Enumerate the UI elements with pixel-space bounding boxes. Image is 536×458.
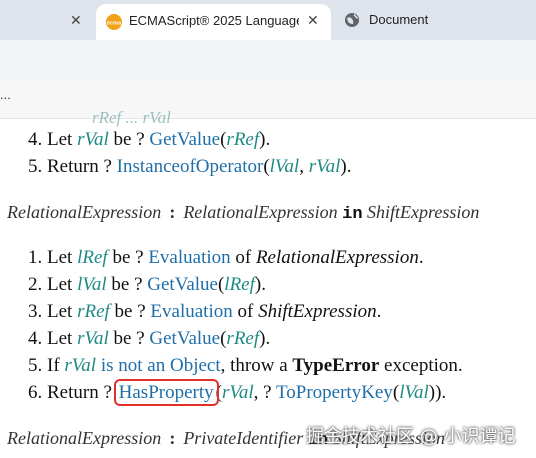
variable[interactable]: lVal bbox=[77, 274, 107, 295]
abstract-op-link[interactable]: Evaluation bbox=[148, 247, 230, 268]
variable[interactable]: rVal bbox=[77, 328, 109, 349]
clipped-line: rRef ... rVal bbox=[92, 108, 171, 127]
algorithm-step: 3. Let rRef be ? Evaluation of ShiftExpr… bbox=[28, 301, 382, 322]
abstract-op-link[interactable]: InstanceofOperator bbox=[117, 156, 264, 177]
close-icon[interactable]: ✕ bbox=[70, 12, 82, 29]
algorithm-step: 5. Return ? InstanceofOperator(lVal, rVa… bbox=[28, 156, 352, 177]
algorithm-step: 2. Let lVal be ? GetValue(lRef). bbox=[28, 274, 266, 295]
algorithm-step: 4. Let rVal be ? GetValue(rRef). bbox=[28, 328, 271, 349]
abstract-op-link[interactable]: Evaluation bbox=[150, 301, 232, 322]
variable[interactable]: rVal bbox=[77, 129, 109, 150]
tab-previous[interactable]: ✕ bbox=[0, 0, 96, 40]
abstract-op-link[interactable]: GetValue bbox=[147, 274, 218, 295]
variable[interactable]: lVal bbox=[399, 382, 429, 403]
algorithm-step: 4. Let rVal be ? GetValue(rRef). bbox=[28, 129, 271, 150]
variable[interactable]: rRef bbox=[226, 328, 259, 349]
algorithm-step: 5. If rVal is not an Object, throw a Typ… bbox=[28, 355, 463, 376]
abstract-op-link[interactable]: ToPropertyKey bbox=[276, 382, 393, 403]
svg-text:ecma: ecma bbox=[107, 21, 122, 27]
ecma-favicon-icon: ecma bbox=[106, 14, 122, 30]
abstract-op-link[interactable]: GetValue bbox=[149, 328, 220, 349]
close-icon[interactable]: ✕ bbox=[307, 12, 319, 29]
variable[interactable]: rVal bbox=[309, 156, 341, 177]
tab-title: ECMAScript® 2025 Language Specification bbox=[129, 13, 299, 28]
watermark: 掘金技术社区 @ 小识谭记 bbox=[306, 426, 516, 447]
bookmarks-bar bbox=[0, 80, 536, 119]
hasproperty-link[interactable]: HasProperty bbox=[113, 379, 219, 406]
term-link[interactable]: is not an Object bbox=[96, 355, 221, 376]
more-bookmarks-button[interactable]: ... bbox=[0, 87, 11, 102]
algorithm-step: 1. Let lRef be ? Evaluation of Relationa… bbox=[28, 247, 424, 268]
tab-active[interactable]: ecma ECMAScript® 2025 Language Specifica… bbox=[96, 4, 331, 40]
variable[interactable]: lVal bbox=[270, 156, 300, 177]
tab-document[interactable]: Document bbox=[331, 0, 536, 40]
algorithm-step: 6. Return ? HasProperty (rVal, ? ToProper… bbox=[28, 379, 447, 406]
globe-icon bbox=[345, 13, 359, 27]
variable[interactable]: rRef bbox=[226, 129, 259, 150]
grammar-production: RelationalExpression: RelationalExpressio… bbox=[7, 202, 480, 224]
variable[interactable]: rRef bbox=[77, 301, 110, 322]
variable[interactable]: lRef bbox=[77, 247, 108, 268]
address-toolbar bbox=[0, 40, 536, 80]
variable[interactable]: lRef bbox=[224, 274, 255, 295]
variable[interactable]: rVal bbox=[64, 355, 96, 376]
tab-strip: ✕ ecma ECMAScript® 2025 Language Specifi… bbox=[0, 0, 536, 40]
abstract-op-link[interactable]: GetValue bbox=[149, 129, 220, 150]
variable[interactable]: rVal bbox=[222, 382, 254, 403]
tab-title: Document bbox=[369, 12, 429, 27]
